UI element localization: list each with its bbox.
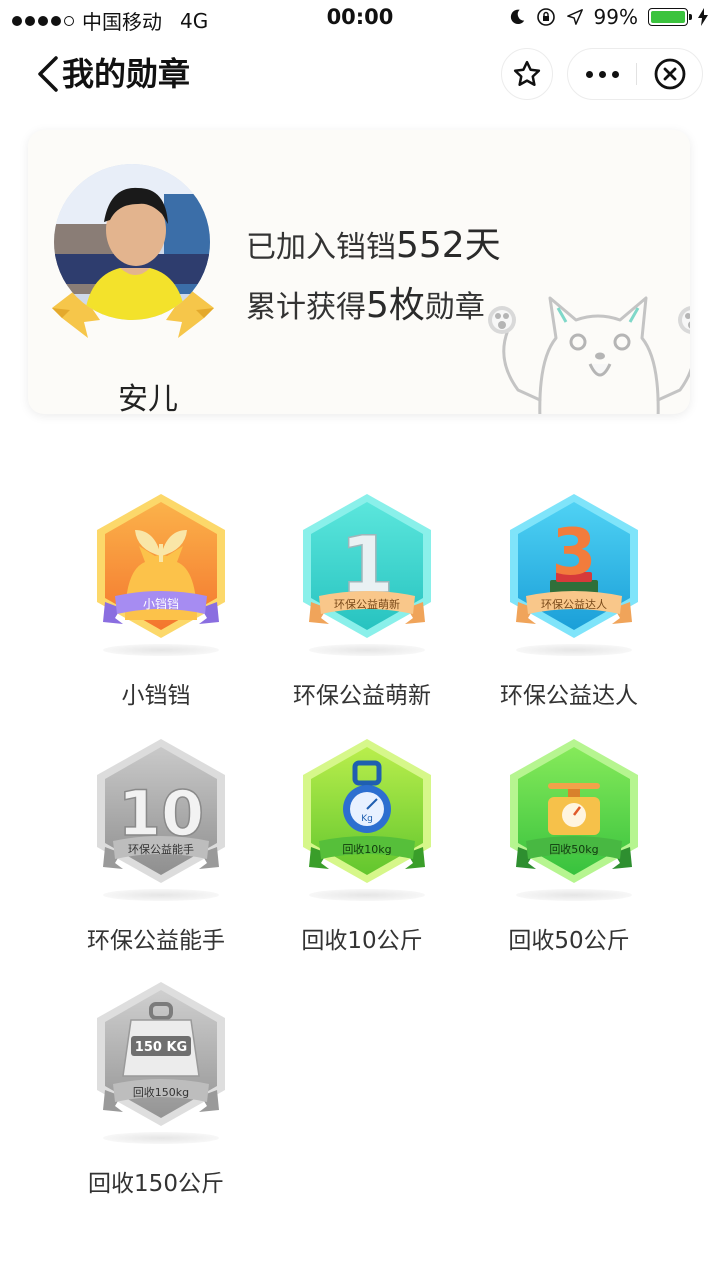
- badge-name: 环保公益能手: [87, 928, 225, 954]
- badge-name: 回收50公斤: [508, 928, 630, 954]
- status-bar: 中国移动 4G 00:00 99%: [0, 0, 720, 36]
- badge-shadow: [516, 889, 632, 901]
- badge-weight-label: 150 KG: [135, 1040, 187, 1055]
- badge-shadow: [103, 1132, 219, 1144]
- badge-hanging-scale-icon: Kg 回收10kg: [303, 739, 431, 883]
- badge-shadow: [516, 644, 632, 656]
- badge-recycle-10kg[interactable]: Kg 回收10kg 回收10公斤: [257, 735, 467, 965]
- badge-shadow: [103, 889, 219, 901]
- badge-name: 回收10公斤: [301, 928, 423, 954]
- close-circle-icon: [654, 58, 686, 90]
- badge-xiaodangdang[interactable]: 小铛铛 小铛铛: [51, 490, 261, 720]
- chevron-left-icon: [38, 56, 58, 92]
- badge-kitchen-scale-icon: 回收50kg: [510, 739, 638, 883]
- badge-ribbon-text: 回收10kg: [342, 842, 391, 856]
- profile-card: 安儿 已加入铛铛552天 累计获得5枚勋章: [28, 130, 690, 414]
- star-icon: [513, 60, 541, 86]
- battery-icon: [648, 8, 692, 26]
- badge-name: 小铛铛: [121, 683, 191, 709]
- badge-eco-newbie[interactable]: 1 环保公益萌新 环保公益萌新: [257, 490, 467, 720]
- badge-weight-icon: 150 KG 回收150kg: [97, 982, 225, 1126]
- badge-ribbon-text: 环保公益达人: [541, 597, 607, 611]
- join-days-stat: 已加入铛铛552天: [246, 216, 503, 268]
- avatar[interactable]: [54, 164, 210, 320]
- badge-shadow: [103, 644, 219, 656]
- badge-ribbon-text: 环保公益能手: [128, 842, 194, 856]
- badge-count-suffix: 勋章: [424, 290, 485, 325]
- badge-count-stat: 累计获得5枚勋章: [246, 276, 485, 328]
- more-dot: [611, 70, 619, 78]
- moon-icon: [510, 9, 524, 25]
- badge-name: 回收150公斤: [88, 1171, 224, 1197]
- badge-count-value: 5枚: [366, 285, 425, 326]
- badge-number-one-icon: 1 环保公益萌新: [303, 494, 431, 638]
- badge-number-ten-icon: 10 环保公益能手: [97, 739, 225, 883]
- badge-art-unit: Kg: [361, 814, 373, 824]
- badge-eco-master[interactable]: 10 环保公益能手 环保公益能手: [51, 735, 261, 965]
- badge-shadow: [309, 889, 425, 901]
- charging-icon: [698, 8, 708, 26]
- close-button[interactable]: [638, 49, 702, 99]
- badge-art-number: 3: [552, 516, 597, 590]
- badge-ribbon-text: 小铛铛: [143, 596, 179, 611]
- badge-ribbon-text: 回收150kg: [133, 1085, 189, 1099]
- join-days-label: 已加入铛铛: [246, 230, 396, 265]
- battery-percent: 99%: [593, 5, 638, 29]
- location-icon: [566, 9, 583, 25]
- mini-program-capsule: [567, 48, 703, 100]
- more-dot: [585, 70, 593, 78]
- badge-recycle-50kg[interactable]: 回收50kg 回收50公斤: [464, 735, 674, 965]
- badge-name: 环保公益萌新: [293, 683, 431, 709]
- badge-name: 环保公益达人: [500, 683, 638, 709]
- page-title: 我的勋章: [62, 55, 191, 93]
- status-right: 99%: [508, 5, 708, 29]
- battery-fill: [651, 11, 685, 23]
- orientation-lock-icon: [536, 8, 555, 26]
- badge-recycle-150kg[interactable]: 150 KG 回收150kg 回收150公斤: [51, 978, 261, 1208]
- user-name: 安儿: [118, 382, 178, 414]
- more-button[interactable]: [568, 49, 636, 99]
- badge-shadow: [309, 644, 425, 656]
- capsule-divider: [636, 63, 637, 85]
- avatar-group: 安儿: [48, 160, 218, 414]
- avatar-photo: [54, 164, 210, 320]
- back-button[interactable]: [32, 52, 62, 96]
- badge-count-label: 累计获得: [246, 290, 366, 325]
- nav-bar: 我的勋章: [0, 44, 720, 104]
- join-days-value: 552天: [396, 225, 501, 266]
- badge-ribbon-text: 环保公益萌新: [334, 597, 400, 611]
- cat-mascot-icon: [488, 296, 690, 414]
- badge-sprout-icon: 小铛铛: [97, 494, 225, 638]
- favorite-button[interactable]: [501, 48, 553, 100]
- badge-ribbon-text: 回收50kg: [549, 842, 598, 856]
- badge-eco-expert[interactable]: 3 环保公益达人 环保公益达人: [464, 490, 674, 720]
- more-dot: [598, 70, 606, 78]
- badge-number-three-icon: 3 环保公益达人: [510, 494, 638, 638]
